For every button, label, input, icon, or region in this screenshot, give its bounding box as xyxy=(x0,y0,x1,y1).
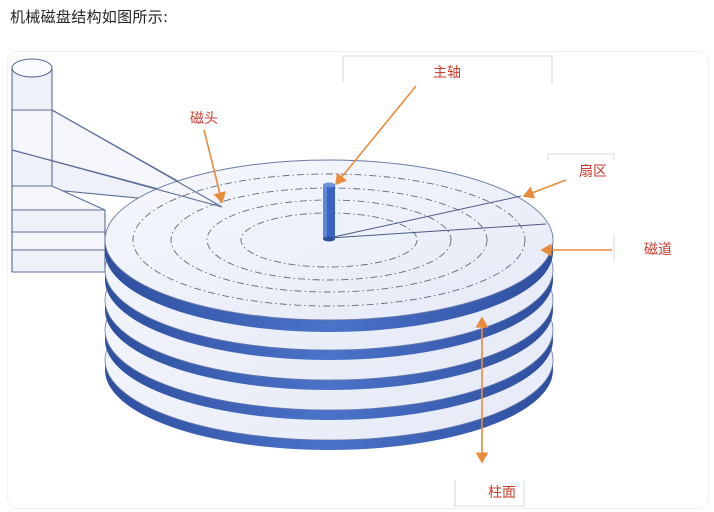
label-head: 磁头 xyxy=(190,111,218,127)
label-cylinder: 柱面 xyxy=(488,485,516,501)
label-sector: 扇区 xyxy=(579,164,607,180)
disk-structure-diagram: 主轴 磁头 扇区 磁道 柱面 xyxy=(11,55,672,507)
label-spindle: 主轴 xyxy=(433,65,461,81)
spindle xyxy=(323,182,335,242)
label-track: 磁道 xyxy=(644,242,672,258)
